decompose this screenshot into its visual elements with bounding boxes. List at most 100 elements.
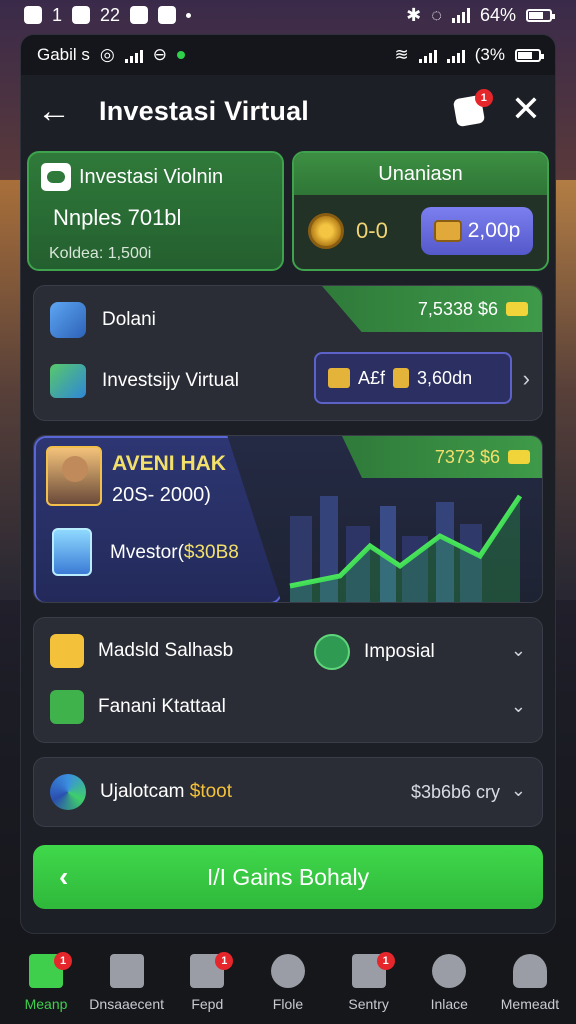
tech-label-text: Ujalotcam <box>100 781 185 802</box>
tech-card[interactable]: Ujalotcam $toot $3b6b6 cry ⌄ <box>33 757 543 827</box>
option-fanani[interactable]: Fanani Ktattaal <box>50 690 226 724</box>
nav-badge-feed: 1 <box>215 952 234 970</box>
chevron-down-icon-2[interactable]: ⌄ <box>511 696 526 717</box>
investment-pill[interactable]: A£f 3,60dn <box>314 352 512 404</box>
gold-bar-icon <box>393 368 410 388</box>
gains-button-label: I/I Gains Bohaly <box>206 863 370 890</box>
bar-chart-icon <box>50 364 86 398</box>
chat-icon <box>130 6 149 24</box>
photo-icon <box>158 6 177 24</box>
nav-label-feed: Fepd <box>191 996 224 1012</box>
investment-pill-text-1: A£f <box>358 367 386 388</box>
balance-ribbon-value: 7,5338 $6 <box>417 298 498 319</box>
bluetooth-icon: ✱ <box>406 4 422 25</box>
coin-icon <box>308 213 345 249</box>
notification-badge: 1 <box>474 89 493 107</box>
nav-item-feed[interactable]: 1 Fepd <box>167 944 247 1024</box>
nav-label-profile: Flole <box>272 996 304 1012</box>
page-title: Investasi Virtual <box>99 95 310 126</box>
cash-icon-2 <box>508 450 530 464</box>
option-label-2: Imposial <box>364 641 435 662</box>
signal-icon <box>451 7 470 23</box>
back-arrow-icon[interactable]: ← <box>37 92 77 131</box>
swirl-icon <box>50 774 86 810</box>
more-dot-icon <box>186 12 192 18</box>
gamepad-icon <box>41 163 71 191</box>
close-icon[interactable]: ✕ <box>511 91 541 127</box>
battery-icon <box>526 8 555 22</box>
gold-bars-icon <box>328 368 350 388</box>
gains-button[interactable]: ‹ I/I Gains Bohaly <box>33 845 543 909</box>
investasi-card-title: Investasi Violnin <box>79 165 224 188</box>
inner-signal-icon <box>124 47 143 63</box>
tech-label: Ujalotcam $toot <box>100 781 232 803</box>
investor-label: Mvestor( <box>110 542 184 563</box>
checkmark-yellow-icon <box>50 634 84 668</box>
market-ribbon-value: 7373 $6 <box>434 446 500 467</box>
investor-line: Mvestor($30B8 <box>110 542 239 564</box>
sync-icon: ◎ <box>99 45 115 64</box>
inner-signal-icon-2 <box>418 47 437 63</box>
balance-row-label: Dolani <box>102 309 156 330</box>
nav-item-profile[interactable]: Flole <box>248 944 328 1024</box>
vibrate-icon: ◌ <box>431 4 442 25</box>
avatar <box>46 446 102 506</box>
search-icon <box>432 954 467 988</box>
page-header: ← Investasi Virtual 1 ✕ <box>21 75 555 147</box>
online-dot-icon <box>177 51 186 59</box>
investasi-card[interactable]: Investasi Violnin Nnples 701bl Koldea: 1… <box>27 151 285 271</box>
balance-row-label-2: Investsijy Virtual <box>102 370 239 391</box>
status-time-1: 1 <box>52 4 63 25</box>
notification-icon <box>24 6 42 24</box>
chest-button[interactable]: 2,00p <box>421 207 533 255</box>
balance-row-dolani: Dolani <box>50 302 156 338</box>
nav-item-sentry[interactable]: 1 Sentry <box>329 944 409 1024</box>
battery-percent: 64% <box>479 4 516 25</box>
app-icon <box>72 6 91 24</box>
nav-label-home: Meanp <box>24 996 68 1012</box>
status-time-2: 22 <box>100 4 121 25</box>
balance-row-investsijy[interactable]: Investsijy Virtual <box>50 364 239 398</box>
nav-item-search[interactable]: Inlace <box>409 944 489 1024</box>
carrier-name: Gabil s <box>37 45 90 64</box>
nav-label-search: Inlace <box>430 996 468 1012</box>
market-years: 20S- 2000) <box>112 484 211 506</box>
coin-value: 0-0 <box>356 218 388 243</box>
app-panel: Gabil s ◎ ⊖ ≋ (3% ← Investasi Virtual 1 … <box>20 34 556 934</box>
nav-item-house[interactable]: Dnsaaecent <box>87 944 167 1024</box>
inner-status-bar: Gabil s ◎ ⊖ ≋ (3% <box>21 35 555 75</box>
coin-stack-icon <box>50 302 86 338</box>
wifi-icon: ≋ <box>394 45 409 64</box>
treasure-chest-icon <box>433 220 462 242</box>
chest-button-value: 2,00p <box>467 219 521 242</box>
option-label-1: Madsld Salhasb <box>98 640 234 661</box>
market-card[interactable]: AVENI HAK 20S- 2000) Mvestor($30B8 7373 … <box>33 435 543 603</box>
bottom-navigation: 1 Meanp Dnsaaecent 1 Fepd Flole 1 Sentry… <box>0 944 576 1024</box>
chevron-right-icon[interactable]: › <box>523 366 530 392</box>
chevron-left-icon: ‹ <box>59 861 69 892</box>
house-icon <box>109 954 144 988</box>
options-card: Madsld Salhasb Imposial ⌄ Fanani Ktattaa… <box>33 617 543 743</box>
nav-label-sentry: Sentry <box>348 996 389 1012</box>
nav-label-house: Dnsaaecent <box>89 996 165 1012</box>
investasi-card-name: Nnples 701bl <box>53 205 182 230</box>
option-label-3: Fanani Ktattaal <box>98 696 226 717</box>
status-bar: 1 22 ✱ ◌ 64% <box>0 0 576 30</box>
city-chart-illustration <box>289 494 523 602</box>
investasi-card-subtitle: Koldea: 1,500i <box>49 245 152 262</box>
inner-battery-percent: (3% <box>474 45 505 64</box>
market-name: AVENI HAK <box>112 452 226 475</box>
option-imposial[interactable]: Imposial <box>314 634 435 670</box>
chevron-down-icon-3[interactable]: ⌄ <box>511 780 526 801</box>
option-madsld[interactable]: Madsld Salhasb <box>50 634 233 668</box>
investment-pill-text-2: 3,60dn <box>417 367 473 388</box>
puzzle-icon[interactable]: 1 <box>452 89 493 128</box>
cash-icon <box>506 302 528 316</box>
chevron-down-icon[interactable]: ⌄ <box>511 640 526 661</box>
nav-item-account[interactable]: Memeadt <box>490 944 570 1024</box>
nav-label-account: Memeadt <box>500 996 560 1012</box>
inner-battery-icon <box>515 48 544 62</box>
nav-item-home[interactable]: 1 Meanp <box>6 944 86 1024</box>
investor-value: $30B8 <box>183 542 239 563</box>
nav-badge-home: 1 <box>54 952 72 970</box>
